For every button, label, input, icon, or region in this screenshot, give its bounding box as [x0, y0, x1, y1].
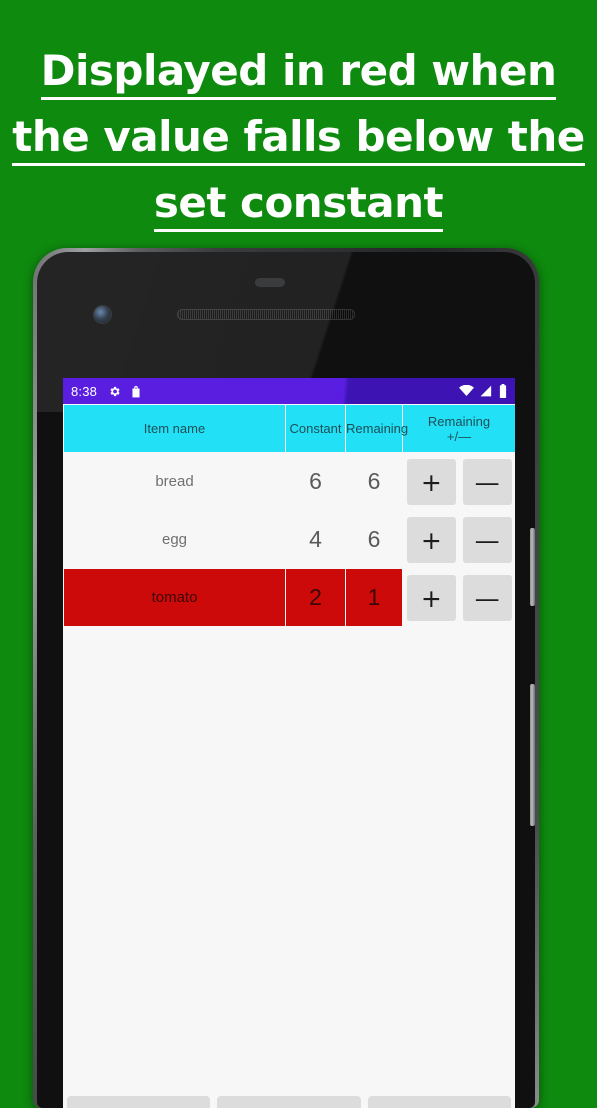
cell-controls: + — — [402, 568, 515, 627]
gear-icon — [108, 385, 121, 398]
headline-line-3: set constant — [0, 170, 597, 236]
bottom-action-bar — [63, 1096, 515, 1108]
bottom-action-button-3[interactable] — [367, 1096, 511, 1108]
status-bar-notification-icons — [108, 385, 142, 398]
headline-banner: Displayed in red when the value falls be… — [0, 38, 597, 236]
cell-controls: + — — [402, 452, 515, 511]
cell-constant[interactable]: 4 — [285, 510, 346, 569]
cell-item-name[interactable]: tomato — [63, 568, 286, 627]
battery-icon — [499, 384, 507, 398]
status-bar-system-icons — [459, 384, 507, 398]
shopping-bag-icon — [130, 385, 142, 398]
table-row[interactable]: egg 4 6 + — — [63, 510, 515, 569]
headline-line-2: the value falls below the — [0, 104, 597, 170]
power-button[interactable] — [530, 528, 535, 606]
column-header-remaining[interactable]: Remaining — [345, 404, 408, 453]
earpiece-speaker-icon — [177, 309, 355, 320]
column-header-item-name[interactable]: Item name — [63, 404, 286, 453]
controls-wrapper: + — — [403, 458, 515, 505]
increment-button[interactable]: + — [407, 574, 456, 621]
controls-wrapper: + — — [403, 574, 515, 621]
column-header-constant[interactable]: Constant — [285, 404, 346, 453]
wifi-icon — [459, 384, 474, 397]
column-header-remaining-plus-minus[interactable]: Remaining +/— — [402, 404, 515, 453]
table-row[interactable]: bread 6 6 + — — [63, 452, 515, 511]
phone-mockup: 8:38 Item name Constant Remaining Remain… — [33, 248, 539, 1108]
inventory-table: Item name Constant Remaining Remaining +… — [63, 404, 515, 627]
cell-item-name[interactable]: bread — [63, 452, 286, 511]
column-header-remaining-pm-line1: Remaining — [427, 413, 491, 429]
table-header-row: Item name Constant Remaining Remaining +… — [63, 404, 515, 453]
cell-remaining[interactable]: 6 — [345, 452, 403, 511]
decrement-button[interactable]: — — [462, 458, 512, 505]
controls-wrapper: + — — [403, 516, 515, 563]
cell-remaining[interactable]: 1 — [345, 568, 403, 627]
cell-controls: + — — [402, 510, 515, 569]
headline-line-1-text: Displayed in red when — [40, 46, 557, 100]
headline-line-1: Displayed in red when — [0, 38, 597, 104]
cell-item-name[interactable]: egg — [63, 510, 286, 569]
status-bar: 8:38 — [63, 378, 515, 404]
status-bar-clock: 8:38 — [71, 383, 98, 399]
cell-constant[interactable]: 6 — [285, 452, 346, 511]
cell-signal-icon — [480, 385, 493, 397]
decrement-button[interactable]: — — [462, 516, 512, 563]
bottom-action-button-2[interactable] — [217, 1096, 361, 1108]
front-camera-icon — [94, 306, 111, 323]
proximity-sensor-icon — [255, 278, 285, 287]
volume-rocker-button[interactable] — [530, 684, 535, 826]
phone-bezel: 8:38 Item name Constant Remaining Remain… — [37, 252, 535, 1108]
bottom-action-button-1[interactable] — [67, 1096, 211, 1108]
phone-screen: 8:38 Item name Constant Remaining Remain… — [63, 378, 515, 1108]
decrement-button[interactable]: — — [462, 574, 512, 621]
column-header-remaining-pm-line2: +/— — [446, 428, 472, 444]
headline-line-3-text: set constant — [153, 178, 444, 232]
table-row[interactable]: tomato 2 1 + — — [63, 568, 515, 627]
cell-constant[interactable]: 2 — [285, 568, 346, 627]
cell-remaining[interactable]: 6 — [345, 510, 403, 569]
increment-button[interactable]: + — [407, 458, 456, 505]
headline-line-2-text: the value falls below the — [12, 112, 585, 166]
increment-button[interactable]: + — [407, 516, 456, 563]
